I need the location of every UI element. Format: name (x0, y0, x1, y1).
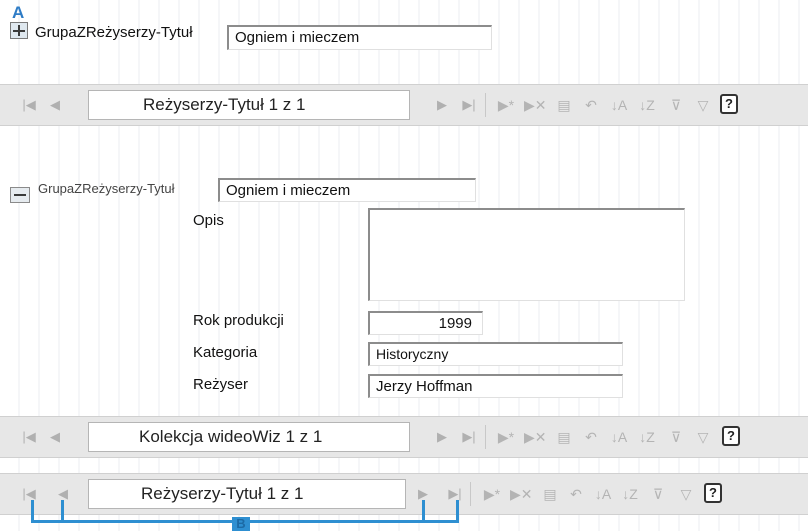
production-year-label: Rok produkcji (193, 312, 284, 329)
previous-record-icon[interactable]: ◀ (46, 427, 64, 447)
next-record-icon[interactable]: ▶ (433, 95, 451, 115)
record-navigator-2: |◀ ◀ Kolekcja wideoWiz 1 z 1 ▶ ▶| ▶* ▶✕ … (0, 416, 808, 458)
toolbar-separator (485, 93, 486, 117)
group-label: GrupaZReżyserzy-Tytuł (35, 24, 193, 41)
sort-descending-icon[interactable]: ↓Z (637, 426, 657, 448)
record-indicator: Kolekcja wideoWiz 1 z 1 (88, 422, 410, 452)
bracket-left-tick (31, 500, 34, 522)
group-label: GrupaZReżyserzy-Tytuł (38, 181, 175, 196)
save-record-icon[interactable]: ▤ (540, 483, 560, 505)
last-record-icon[interactable]: ▶| (460, 427, 478, 447)
bracket-tick (61, 500, 64, 522)
director-label: Reżyser (193, 376, 249, 393)
description-label: Opis (193, 212, 224, 229)
record-indicator: Reżyserzy-Tytuł 1 z 1 (88, 90, 410, 120)
sort-descending-icon[interactable]: ↓Z (637, 94, 657, 116)
toolbar-separator (470, 482, 471, 506)
bracket-tick (422, 500, 425, 522)
new-record-icon[interactable]: ▶* (496, 426, 516, 448)
help-icon[interactable]: ? (704, 483, 722, 503)
filter-by-selection-icon[interactable]: ⊽ (666, 94, 686, 116)
filter-icon[interactable]: ▽ (693, 426, 713, 448)
filter-icon[interactable]: ▽ (676, 483, 696, 505)
save-record-icon[interactable]: ▤ (554, 426, 574, 448)
filter-by-selection-icon[interactable]: ⊽ (666, 426, 686, 448)
last-record-icon[interactable]: ▶| (446, 484, 464, 504)
toolbar-separator (485, 425, 486, 449)
sort-ascending-icon[interactable]: ↓A (593, 483, 613, 505)
group-collapse-icon[interactable] (10, 187, 30, 203)
bracket-right-tick (456, 500, 459, 522)
help-icon[interactable]: ? (720, 94, 738, 114)
record-navigator-3: |◀ ◀ Reżyserzy-Tytuł 1 z 1 ▶ ▶| ▶* ▶✕ ▤ … (0, 473, 808, 515)
marker-a: A (12, 3, 25, 22)
first-record-icon[interactable]: |◀ (20, 95, 38, 115)
record-indicator: Reżyserzy-Tytuł 1 z 1 (88, 479, 406, 509)
undo-icon[interactable]: ↶ (581, 426, 601, 448)
filter-icon[interactable]: ▽ (693, 94, 713, 116)
last-record-icon[interactable]: ▶| (460, 95, 478, 115)
help-icon[interactable]: ? (722, 426, 740, 446)
sort-descending-icon[interactable]: ↓Z (620, 483, 640, 505)
delete-record-icon[interactable]: ▶✕ (510, 483, 533, 505)
new-record-icon[interactable]: ▶* (496, 94, 516, 116)
sort-ascending-icon[interactable]: ↓A (609, 426, 629, 448)
director-field[interactable]: Jerzy Hoffman (368, 374, 623, 398)
save-record-icon[interactable]: ▤ (554, 94, 574, 116)
delete-record-icon[interactable]: ▶✕ (524, 94, 547, 116)
filter-by-selection-icon[interactable]: ⊽ (648, 483, 668, 505)
first-record-icon[interactable]: |◀ (20, 427, 38, 447)
title-field[interactable]: Ogniem i mieczem (227, 25, 492, 50)
undo-icon[interactable]: ↶ (566, 483, 586, 505)
sort-ascending-icon[interactable]: ↓A (609, 94, 629, 116)
marker-b: B (232, 517, 250, 531)
category-field[interactable]: Historyczny (368, 342, 623, 366)
record-navigator-1: |◀ ◀ Reżyserzy-Tytuł 1 z 1 ▶ ▶| ▶* ▶✕ ▤ … (0, 84, 808, 126)
first-record-icon[interactable]: |◀ (20, 484, 38, 504)
undo-icon[interactable]: ↶ (581, 94, 601, 116)
title-field[interactable]: Ogniem i mieczem (218, 178, 476, 202)
next-record-icon[interactable]: ▶ (433, 427, 451, 447)
production-year-field[interactable]: 1999 (368, 311, 483, 335)
delete-record-icon[interactable]: ▶✕ (524, 426, 547, 448)
category-label: Kategoria (193, 344, 258, 361)
description-field[interactable] (368, 208, 685, 301)
group-expand-icon[interactable] (10, 22, 28, 39)
previous-record-icon[interactable]: ◀ (46, 95, 64, 115)
new-record-icon[interactable]: ▶* (482, 483, 502, 505)
